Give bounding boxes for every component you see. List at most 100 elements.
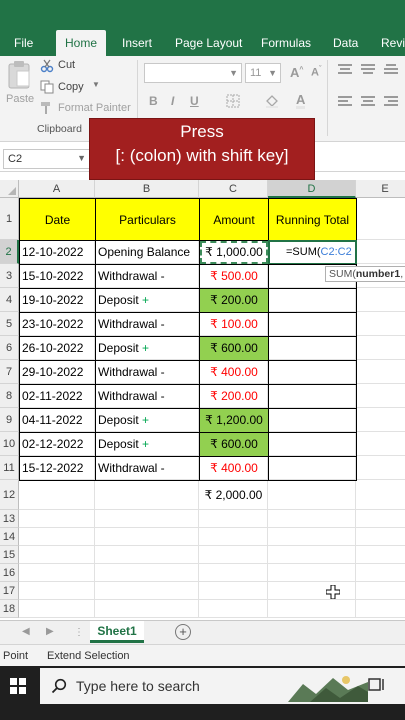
- cell[interactable]: [356, 336, 405, 360]
- align-top-icon[interactable]: [338, 64, 352, 75]
- cell[interactable]: [268, 600, 356, 618]
- select-all-button[interactable]: [0, 180, 19, 198]
- font-size-select[interactable]: 11 ▼: [245, 63, 281, 83]
- header-running-total[interactable]: Running Total: [268, 198, 357, 241]
- cell[interactable]: [19, 528, 95, 546]
- copy-dropdown-icon[interactable]: ▼: [92, 80, 100, 89]
- running-total-cell[interactable]: [268, 336, 357, 361]
- align-right-icon[interactable]: [384, 96, 398, 107]
- cell[interactable]: [356, 456, 405, 480]
- align-left-icon[interactable]: [338, 96, 352, 107]
- align-middle-icon[interactable]: [361, 64, 375, 75]
- row-header-5[interactable]: 5: [0, 312, 19, 336]
- running-total-cell[interactable]: [268, 312, 357, 337]
- total-cell[interactable]: ₹ 2,000.00: [199, 480, 268, 510]
- particulars-cell[interactable]: Deposit +: [95, 336, 200, 361]
- cell[interactable]: [356, 198, 405, 240]
- tab-formulas[interactable]: Formulas: [261, 30, 311, 56]
- italic-icon[interactable]: I: [171, 94, 174, 108]
- row-header-11[interactable]: 11: [0, 456, 19, 480]
- date-cell[interactable]: 26-10-2022: [19, 336, 96, 361]
- row-header-17[interactable]: 17: [0, 582, 19, 600]
- cell[interactable]: [356, 408, 405, 432]
- cell[interactable]: [19, 510, 95, 528]
- format-painter-button[interactable]: Format Painter: [40, 100, 135, 116]
- amount-cell[interactable]: ₹ 1,200.00: [199, 408, 269, 433]
- header-particulars[interactable]: Particulars: [95, 198, 200, 241]
- date-cell[interactable]: 15-10-2022: [19, 264, 96, 289]
- cell[interactable]: [95, 582, 199, 600]
- increase-font-icon[interactable]: A^: [290, 65, 303, 80]
- amount-cell[interactable]: ₹ 600.00: [199, 432, 269, 457]
- cell[interactable]: [356, 564, 405, 582]
- running-total-cell[interactable]: [268, 456, 357, 481]
- row-header-2[interactable]: 2: [0, 240, 19, 264]
- column-header-b[interactable]: B: [95, 180, 199, 198]
- paste-button[interactable]: Paste: [4, 58, 34, 108]
- cell[interactable]: [19, 546, 95, 564]
- cell[interactable]: [199, 582, 268, 600]
- cell[interactable]: [356, 288, 405, 312]
- cell[interactable]: [95, 564, 199, 582]
- cell[interactable]: [268, 528, 356, 546]
- particulars-cell[interactable]: Deposit +: [95, 432, 200, 457]
- particulars-cell[interactable]: Opening Balance: [95, 240, 200, 265]
- running-total-cell[interactable]: [268, 432, 357, 457]
- amount-cell[interactable]: ₹ 500.00: [199, 264, 269, 289]
- cell[interactable]: [356, 582, 405, 600]
- cell[interactable]: [268, 510, 356, 528]
- date-cell[interactable]: 02-12-2022: [19, 432, 96, 457]
- taskbar-search-box[interactable]: Type here to search: [40, 668, 405, 704]
- cell[interactable]: [199, 528, 268, 546]
- cell[interactable]: [356, 384, 405, 408]
- tab-review[interactable]: Revi: [381, 30, 405, 56]
- sheet-tab-sheet1[interactable]: Sheet1: [90, 621, 144, 643]
- prev-sheet-icon[interactable]: ◀: [22, 626, 30, 637]
- cell[interactable]: [19, 582, 95, 600]
- copy-button[interactable]: Copy ▼: [40, 79, 102, 95]
- particulars-cell[interactable]: Deposit +: [95, 408, 200, 433]
- particulars-cell[interactable]: Withdrawal -: [95, 384, 200, 409]
- bold-icon[interactable]: B: [149, 94, 158, 108]
- row-header-16[interactable]: 16: [0, 564, 19, 582]
- cell[interactable]: [268, 546, 356, 564]
- row-header-3[interactable]: 3: [0, 264, 19, 288]
- next-sheet-icon[interactable]: ▶: [46, 626, 54, 637]
- cell[interactable]: [19, 480, 95, 510]
- font-name-select[interactable]: ▼: [144, 63, 242, 83]
- cell[interactable]: [268, 480, 356, 510]
- cell[interactable]: [95, 510, 199, 528]
- cell[interactable]: [199, 600, 268, 618]
- amount-cell[interactable]: ₹ 400.00: [199, 456, 269, 481]
- column-header-c[interactable]: C: [199, 180, 268, 198]
- column-header-a[interactable]: A: [19, 180, 95, 198]
- running-total-cell[interactable]: [268, 384, 357, 409]
- align-bottom-icon[interactable]: [384, 64, 398, 75]
- cell[interactable]: [356, 240, 405, 264]
- date-cell[interactable]: 04-11-2022: [19, 408, 96, 433]
- font-color-icon[interactable]: A: [296, 93, 306, 109]
- cell[interactable]: [95, 528, 199, 546]
- cell[interactable]: [95, 546, 199, 564]
- date-cell[interactable]: 29-10-2022: [19, 360, 96, 385]
- row-header-6[interactable]: 6: [0, 336, 19, 360]
- cell[interactable]: [356, 360, 405, 384]
- underline-icon[interactable]: U: [190, 94, 199, 108]
- cell[interactable]: [356, 510, 405, 528]
- column-header-e[interactable]: E: [356, 180, 405, 198]
- running-total-cell[interactable]: [268, 360, 357, 385]
- particulars-cell[interactable]: Withdrawal -: [95, 264, 200, 289]
- row-header-1[interactable]: 1: [0, 198, 19, 240]
- tab-data[interactable]: Data: [333, 30, 358, 56]
- cell[interactable]: [95, 480, 199, 510]
- cell[interactable]: [356, 432, 405, 456]
- cell[interactable]: [199, 510, 268, 528]
- particulars-cell[interactable]: Deposit +: [95, 288, 200, 313]
- date-cell[interactable]: 23-10-2022: [19, 312, 96, 337]
- worksheet-grid[interactable]: A B C D E 1 2 3 4 5 6 7 8 9 10 11 12 13 14 15 16 17 18 Date Part…: [0, 180, 405, 620]
- row-header-13[interactable]: 13: [0, 510, 19, 528]
- amount-cell[interactable]: ₹ 200.00: [199, 288, 269, 313]
- amount-cell[interactable]: ₹ 600.00: [199, 336, 269, 361]
- cell[interactable]: [95, 600, 199, 618]
- row-header-10[interactable]: 10: [0, 432, 19, 456]
